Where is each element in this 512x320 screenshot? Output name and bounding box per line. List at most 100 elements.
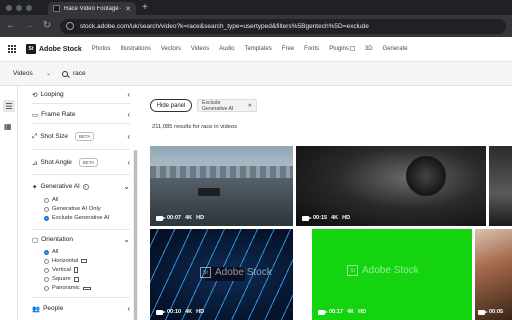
video-camera-icon xyxy=(156,215,166,221)
app-switcher-icon[interactable] xyxy=(8,45,16,53)
genai-option-only[interactable]: Generative AI Only xyxy=(44,206,101,212)
genai-option-label: Generative AI Only xyxy=(52,206,101,212)
filter-frame-rate[interactable]: ▭ Frame Rate ‹ xyxy=(32,110,130,119)
chevron-left-icon: ‹ xyxy=(127,90,130,99)
nav-plugins[interactable]: Plugins xyxy=(329,45,355,52)
thumbnail-stands xyxy=(150,166,293,178)
nav-illustrations[interactable]: Illustrations xyxy=(120,46,150,52)
filter-shot-size[interactable]: ⤢ Shot Size BETA ‹ xyxy=(32,132,130,141)
genai-option-label: All xyxy=(52,197,59,203)
search-input[interactable]: race xyxy=(62,70,86,77)
nav-photos[interactable]: Photos xyxy=(92,46,111,52)
nav-templates[interactable]: Templates xyxy=(244,46,271,52)
beta-badge: BETA xyxy=(78,158,99,167)
active-filter-chip[interactable]: Exclude Generative AI ✕ xyxy=(197,99,257,112)
video-duration: 00:07 xyxy=(167,215,182,221)
filter-frame-rate-label: Frame Rate xyxy=(41,111,76,118)
info-icon[interactable]: i xyxy=(82,183,89,190)
tab-title: Race Video Footage – Brows… xyxy=(64,5,121,12)
filter-generative-ai[interactable]: ✦ Generative AI i ⌄ xyxy=(32,182,130,191)
minimize-window-icon[interactable] xyxy=(16,4,22,11)
close-window-icon[interactable] xyxy=(6,4,12,11)
search-icon xyxy=(62,70,68,77)
window-controls xyxy=(0,4,48,11)
video-meta: 00:17 4K HD xyxy=(318,309,366,315)
nav-generate[interactable]: Generate xyxy=(383,46,408,52)
browser-tab[interactable]: Race Video Footage – Brows… ✕ xyxy=(48,2,136,15)
divider xyxy=(32,229,130,230)
content-type-select[interactable]: Videos ⌄ xyxy=(8,65,56,83)
adobe-stock-logo[interactable]: St Adobe Stock xyxy=(26,44,82,54)
video-thumbnail[interactable]: 00:15 4K HD xyxy=(296,146,486,226)
video-meta: 00:10 4K HD xyxy=(156,309,204,315)
orientation-option-vertical[interactable]: Vertical xyxy=(44,267,79,273)
divider xyxy=(32,103,130,104)
maximize-window-icon[interactable] xyxy=(26,4,32,11)
video-thumbnail[interactable]: St Adobe Stock 00:17 4K HD xyxy=(312,229,472,320)
orientation-option-horizontal[interactable]: Horizontal xyxy=(44,258,88,264)
filter-shot-angle[interactable]: ⊿ Shot Angle BETA ‹ xyxy=(32,158,130,167)
radio-button-selected[interactable] xyxy=(44,215,49,221)
nav-vectors[interactable]: Vectors xyxy=(161,46,181,52)
results-area: Hide panel Exclude Generative AI ✕ 211,0… xyxy=(142,86,512,320)
radio-button-selected[interactable] xyxy=(44,249,49,255)
video-thumbnail[interactable]: 00:05 xyxy=(475,229,512,320)
video-hd-badge: HD xyxy=(196,309,205,315)
nav-3d[interactable]: 3D xyxy=(365,46,373,52)
site-info-icon[interactable] xyxy=(66,22,74,30)
close-tab-icon[interactable]: ✕ xyxy=(125,5,131,13)
chevron-down-icon: ⌄ xyxy=(123,182,130,191)
orientation-option-label: All xyxy=(52,249,59,255)
remove-filter-icon[interactable]: ✕ xyxy=(248,103,252,109)
video-thumbnail[interactable]: St Adobe Stock 00:10 4K HD xyxy=(150,229,293,320)
forward-icon[interactable]: → xyxy=(24,21,34,31)
thumbnail-glove xyxy=(406,156,446,196)
genai-option-exclude[interactable]: Exclude Generative AI xyxy=(44,215,109,221)
video-duration: 00:17 xyxy=(329,309,344,315)
chevron-left-icon: ‹ xyxy=(127,110,130,119)
filter-looping-label: Looping xyxy=(40,91,64,98)
nav-free[interactable]: Free xyxy=(282,46,294,52)
search-query: race xyxy=(73,70,86,77)
video-thumbnail[interactable]: 00:07 4K HD xyxy=(150,146,293,226)
nav-fonts[interactable]: Fonts xyxy=(304,46,319,52)
genai-option-label: Exclude Generative AI xyxy=(52,215,110,221)
filters-icon[interactable]: ☰ xyxy=(3,100,15,112)
results-number: 211,085 xyxy=(152,124,173,130)
address-bar[interactable]: stock.adobe.com/uk/search/video?k=race&s… xyxy=(60,18,506,34)
orientation-option-square[interactable]: Square xyxy=(44,276,79,282)
radio-button[interactable] xyxy=(44,267,49,273)
radio-button[interactable] xyxy=(44,276,49,282)
video-thumbnail[interactable] xyxy=(489,146,512,226)
library-icon[interactable]: ▦ xyxy=(4,122,14,132)
hide-panel-button[interactable]: Hide panel xyxy=(150,99,192,112)
vertical-shape-icon xyxy=(74,267,79,273)
filter-looping[interactable]: ⟲ Looping ‹ xyxy=(32,90,130,99)
reload-icon[interactable]: ↻ xyxy=(42,21,52,31)
thumbnail-car xyxy=(198,188,220,196)
radio-button[interactable] xyxy=(44,285,49,291)
genai-option-all[interactable]: All xyxy=(44,197,58,203)
filter-orientation[interactable]: ▢ Orientation ⌄ xyxy=(32,235,130,244)
watermark-logo-icon: St xyxy=(347,265,358,276)
video-camera-icon xyxy=(302,215,312,221)
beta-badge: BETA xyxy=(75,132,95,141)
video-duration: 00:15 xyxy=(313,215,328,221)
generative-ai-icon: ✦ xyxy=(32,183,38,191)
filter-scrollbar-thumb[interactable] xyxy=(134,150,137,320)
video-meta: 00:05 xyxy=(478,309,503,315)
nav-audio[interactable]: Audio xyxy=(219,46,234,52)
radio-button[interactable] xyxy=(44,206,49,212)
nav-videos[interactable]: Videos xyxy=(191,46,209,52)
radio-button[interactable] xyxy=(44,197,49,203)
video-resolution: 4K xyxy=(331,215,339,221)
radio-button[interactable] xyxy=(44,258,49,264)
content-type-value: Videos xyxy=(13,70,33,77)
orientation-option-all[interactable]: All xyxy=(44,249,58,255)
thumbnail-image xyxy=(475,229,512,320)
results-text: results for xyxy=(174,124,200,130)
new-tab-icon[interactable]: + xyxy=(142,2,148,13)
filter-people[interactable]: 👥 People ‹ xyxy=(32,304,130,313)
back-icon[interactable]: ← xyxy=(6,21,16,31)
orientation-option-panoramic[interactable]: Panoramic xyxy=(44,285,91,291)
